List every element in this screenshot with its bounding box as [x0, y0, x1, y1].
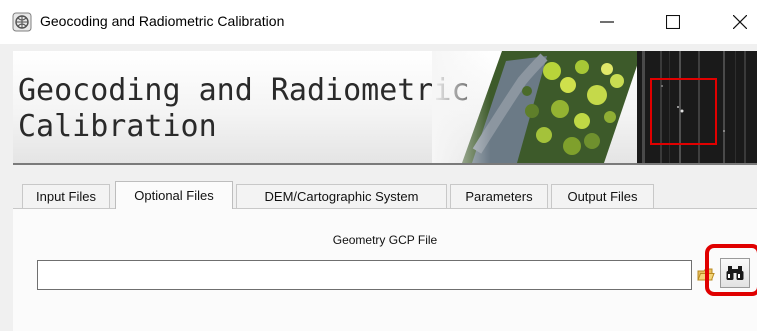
minimize-button[interactable]	[584, 0, 630, 44]
satellite-imagery-thumbnails	[432, 51, 757, 164]
tab-output-files[interactable]: Output Files	[551, 184, 654, 208]
tab-parameters[interactable]: Parameters	[450, 184, 548, 208]
window-title: Geocoding and Radiometric Calibration	[40, 13, 285, 29]
tab-optional-files[interactable]: Optional Files	[115, 181, 233, 209]
tab-dem-cartographic-system[interactable]: DEM/Cartographic System	[236, 184, 447, 208]
binoculars-icon	[726, 266, 744, 280]
banner-divider	[13, 163, 757, 165]
close-icon	[733, 15, 747, 29]
folder-open-icon[interactable]	[697, 266, 715, 284]
header-banner: Geocoding and Radiometric Calibration	[13, 51, 757, 164]
geometry-gcp-file-input[interactable]	[37, 260, 692, 290]
maximize-button[interactable]	[650, 0, 696, 44]
window-titlebar[interactable]: Geocoding and Radiometric Calibration	[0, 0, 757, 44]
minimize-icon	[600, 21, 614, 23]
tab-input-files[interactable]: Input Files	[22, 184, 110, 208]
geometry-gcp-file-label: Geometry GCP File	[332, 233, 438, 247]
banner-title: Geocoding and Radiometric Calibration	[18, 73, 470, 144]
app-globe-icon	[12, 12, 32, 32]
close-button[interactable]	[717, 0, 757, 44]
optional-files-panel: Geometry GCP File	[13, 208, 757, 331]
maximize-icon	[666, 15, 680, 29]
browse-button[interactable]	[720, 258, 750, 288]
